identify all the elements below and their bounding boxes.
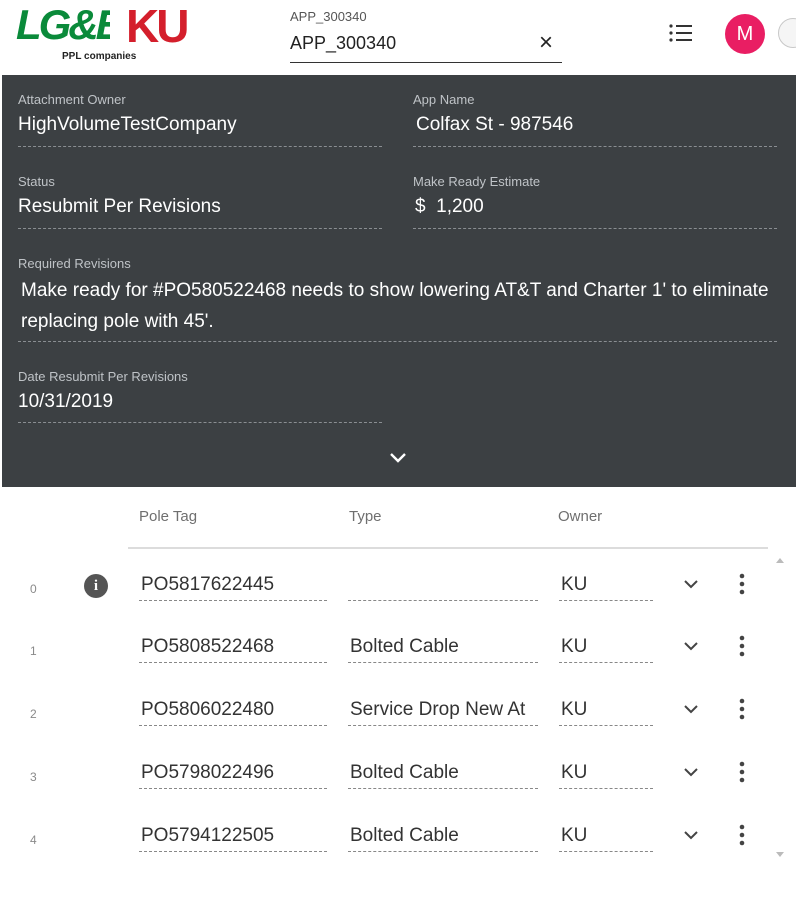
app-name-value: Colfax St - 987546 [416,114,574,135]
type-field[interactable]: Bolted Cable [348,756,538,789]
chevron-down-icon[interactable] [681,636,701,656]
lge-logo: LG&E [16,3,110,48]
make-ready-estimate-label: Make Ready Estimate [413,174,541,189]
avatar[interactable]: M [725,14,765,54]
required-revisions-label: Required Revisions [18,256,131,271]
table-row: 4 PO5794122505 Bolted Cable KU [0,819,796,879]
make-ready-estimate-value: $ 1,200 [415,196,484,217]
app-name-label: App Name [413,92,475,107]
scroll-up-arrow[interactable] [776,558,784,563]
table-row: 0 i PO5817622445 KU [0,568,796,628]
application-details-panel: Attachment Owner HighVolumeTestCompany A… [2,75,796,487]
pole-tag-field[interactable]: PO5794122505 [139,819,327,852]
more-vert-icon[interactable] [736,632,748,660]
pole-tag-field[interactable]: PO5798022496 [139,756,327,789]
type-field[interactable]: Bolted Cable [348,630,538,663]
date-resubmit-field: Date Resubmit Per Revisions 10/31/2019 [18,369,382,423]
row-index: 1 [30,644,37,658]
table-header-divider [128,547,768,549]
chevron-down-icon[interactable] [387,449,409,467]
status-value: Resubmit Per Revisions [18,196,221,217]
table-row: 3 PO5798022496 Bolted Cable KU [0,756,796,816]
owner-field[interactable]: KU [559,630,653,663]
chevron-down-icon[interactable] [681,574,701,594]
theme-toggle[interactable] [778,18,796,48]
attachment-owner-field: Attachment Owner HighVolumeTestCompany [18,92,382,147]
owner-field[interactable]: KU [559,693,653,726]
row-index: 0 [30,582,37,596]
chevron-down-icon[interactable] [681,762,701,782]
application-search: APP_300340 × [290,6,562,64]
status-label: Status [18,174,55,189]
more-vert-icon[interactable] [736,570,748,598]
column-header-owner[interactable]: Owner [558,508,602,525]
search-input[interactable] [290,30,526,56]
app-header: LG&E KU PPL companies APP_300340 × M [0,0,796,75]
attachment-owner-label: Attachment Owner [18,92,126,107]
attachment-owner-value: HighVolumeTestCompany [18,114,237,135]
row-index: 4 [30,833,37,847]
more-vert-icon[interactable] [736,758,748,786]
ku-logo: KU [126,4,190,48]
list-icon[interactable] [667,20,695,46]
table-row: 1 PO5808522468 Bolted Cable KU [0,630,796,690]
type-field[interactable] [348,568,538,601]
required-revisions-value: Make ready for #PO580522468 needs to sho… [21,280,769,332]
row-index: 3 [30,770,37,784]
table-row: 2 PO5806022480 Service Drop New At KU [0,693,796,753]
more-vert-icon[interactable] [736,695,748,723]
chevron-down-icon[interactable] [681,825,701,845]
svg-text:LG&E: LG&E [16,3,110,48]
owner-field[interactable]: KU [559,756,653,789]
close-icon[interactable]: × [534,31,558,56]
search-underline [290,62,562,63]
date-resubmit-label: Date Resubmit Per Revisions [18,369,188,384]
pole-tag-field[interactable]: PO5808522468 [139,630,327,663]
type-field[interactable]: Service Drop New At [348,693,538,726]
pole-tag-field[interactable]: PO5817622445 [139,568,327,601]
app-name-field: App Name Colfax St - 987546 [413,92,777,147]
chevron-down-icon[interactable] [681,699,701,719]
status-field: Status Resubmit Per Revisions [18,174,382,229]
column-header-type[interactable]: Type [349,508,382,525]
info-icon[interactable]: i [84,574,108,598]
row-index: 2 [30,707,37,721]
make-ready-estimate-field: Make Ready Estimate $ 1,200 [413,174,777,229]
date-resubmit-value: 10/31/2019 [18,391,114,412]
column-header-pole-tag[interactable]: Pole Tag [139,508,197,525]
more-vert-icon[interactable] [736,821,748,849]
required-revisions-field: Required Revisions Make ready for #PO580… [18,256,777,342]
owner-field[interactable]: KU [559,568,653,601]
owner-field[interactable]: KU [559,819,653,852]
scroll-down-arrow[interactable] [776,852,784,857]
svg-text:KU: KU [126,4,187,48]
type-field[interactable]: Bolted Cable [348,819,538,852]
pole-tag-field[interactable]: PO5806022480 [139,693,327,726]
search-label: APP_300340 [290,9,367,24]
logo-subtitle: PPL companies [62,51,137,62]
